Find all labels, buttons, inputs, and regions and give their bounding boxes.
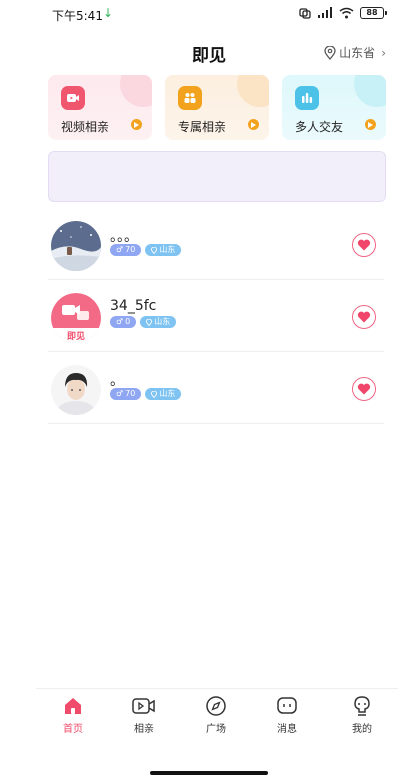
- heart-icon: [357, 383, 371, 395]
- tab-messages[interactable]: 消息: [267, 695, 307, 735]
- category-label: 专属相亲: [178, 120, 227, 134]
- chevron-right-icon: ›: [381, 45, 386, 60]
- category-video-dating[interactable]: 视频相亲: [48, 75, 152, 140]
- tab-home[interactable]: 首页: [53, 695, 93, 735]
- location-pin-icon: [151, 246, 158, 254]
- tab-square[interactable]: 广场: [196, 695, 236, 735]
- age-value: 70: [125, 245, 136, 254]
- play-icon: [248, 119, 259, 130]
- age-tag: ♂ 70: [110, 388, 142, 400]
- tab-label: 相亲: [134, 724, 154, 735]
- card-decoration: [120, 75, 152, 107]
- like-button[interactable]: [352, 377, 376, 401]
- user-tags: ♂ 70 山东: [110, 388, 182, 400]
- tab-dating[interactable]: 相亲: [124, 695, 164, 735]
- people-icon: [178, 86, 202, 110]
- age-value: 70: [125, 389, 136, 398]
- play-icon: [131, 119, 142, 130]
- avatar-logo-text: 即见: [66, 332, 85, 342]
- category-cards: 视频相亲 专属相亲 多人交友: [48, 75, 386, 140]
- video-icon: [61, 86, 85, 110]
- header: 即见 山东省 ›: [0, 36, 418, 68]
- age-value: 0: [125, 317, 131, 326]
- message-icon: [267, 695, 307, 717]
- gender-male-icon: ♂: [116, 245, 124, 254]
- category-exclusive-dating[interactable]: 专属相亲: [165, 75, 269, 140]
- download-arrow-icon: ↓: [103, 6, 114, 20]
- list-item[interactable]: 即见 34_5fc ♂ 0 山东: [48, 280, 384, 352]
- home-icon: [53, 695, 93, 717]
- tab-label: 首页: [63, 724, 83, 735]
- location-tag: 山东: [140, 316, 177, 328]
- status-time: 下午5:41: [52, 9, 103, 23]
- like-button[interactable]: [352, 233, 376, 257]
- age-tag: ♂ 0: [110, 316, 137, 328]
- status-icons: 88: [299, 7, 387, 19]
- user-tags: ♂ 0 山东: [110, 316, 177, 328]
- bottom-tab-bar: 首页 相亲 广场 消息 我的: [36, 688, 398, 738]
- location-tag: 山东: [145, 388, 182, 400]
- age-tag: ♂ 70: [110, 244, 142, 256]
- category-group-social[interactable]: 多人交友: [282, 75, 386, 140]
- avatar[interactable]: [51, 365, 101, 415]
- location-value: 山东: [154, 317, 171, 326]
- gender-male-icon: ♂: [116, 389, 124, 398]
- nfc-icon: [299, 8, 311, 19]
- card-decoration: [354, 75, 386, 107]
- location-pin-icon: [151, 390, 158, 398]
- compass-icon: [196, 695, 236, 717]
- group-icon: [295, 86, 319, 110]
- location-tag: 山东: [145, 244, 182, 256]
- video-chat-icon: [124, 695, 164, 717]
- location-selector[interactable]: 山东省 ›: [324, 44, 386, 61]
- user-tags: ♂ 70 山东: [110, 244, 182, 256]
- status-bar: 下午5:41 ↓ 88: [0, 0, 418, 30]
- location-pin-icon: [146, 318, 153, 326]
- battery-icon: 88: [360, 7, 387, 19]
- user-name: 。。。: [110, 229, 138, 245]
- wifi-icon: [339, 7, 354, 19]
- avatar[interactable]: [51, 221, 101, 271]
- like-button[interactable]: [352, 305, 376, 329]
- play-icon: [365, 119, 376, 130]
- tab-label: 我的: [352, 724, 372, 735]
- tab-profile[interactable]: 我的: [342, 695, 382, 735]
- location-value: 山东: [159, 389, 176, 398]
- list-item[interactable]: 。。。 ♂ 70 山东: [48, 208, 384, 280]
- location-pin-icon: [324, 45, 336, 60]
- heart-icon: [357, 311, 371, 323]
- list-item[interactable]: 。 ♂ 70 山东: [48, 352, 384, 424]
- category-label: 视频相亲: [61, 120, 110, 134]
- category-label: 多人交友: [295, 120, 344, 134]
- avatar[interactable]: 即见: [51, 293, 101, 343]
- location-value: 山东: [159, 245, 176, 254]
- tab-label: 消息: [277, 724, 297, 735]
- user-name: 。: [110, 373, 124, 389]
- home-indicator[interactable]: [150, 771, 268, 775]
- signal-icon: [318, 7, 332, 18]
- tab-label: 广场: [206, 724, 226, 735]
- location-label: 山东省: [339, 46, 376, 60]
- profile-icon: [342, 695, 382, 717]
- card-decoration: [237, 75, 269, 107]
- user-list: 。。。 ♂ 70 山东 即见 34_5fc ♂ 0 山东 。 ♂ 70 山东: [48, 208, 384, 424]
- user-name: 34_5fc: [110, 298, 157, 314]
- promo-banner[interactable]: [48, 151, 386, 202]
- gender-male-icon: ♂: [116, 317, 124, 326]
- heart-icon: [357, 239, 371, 251]
